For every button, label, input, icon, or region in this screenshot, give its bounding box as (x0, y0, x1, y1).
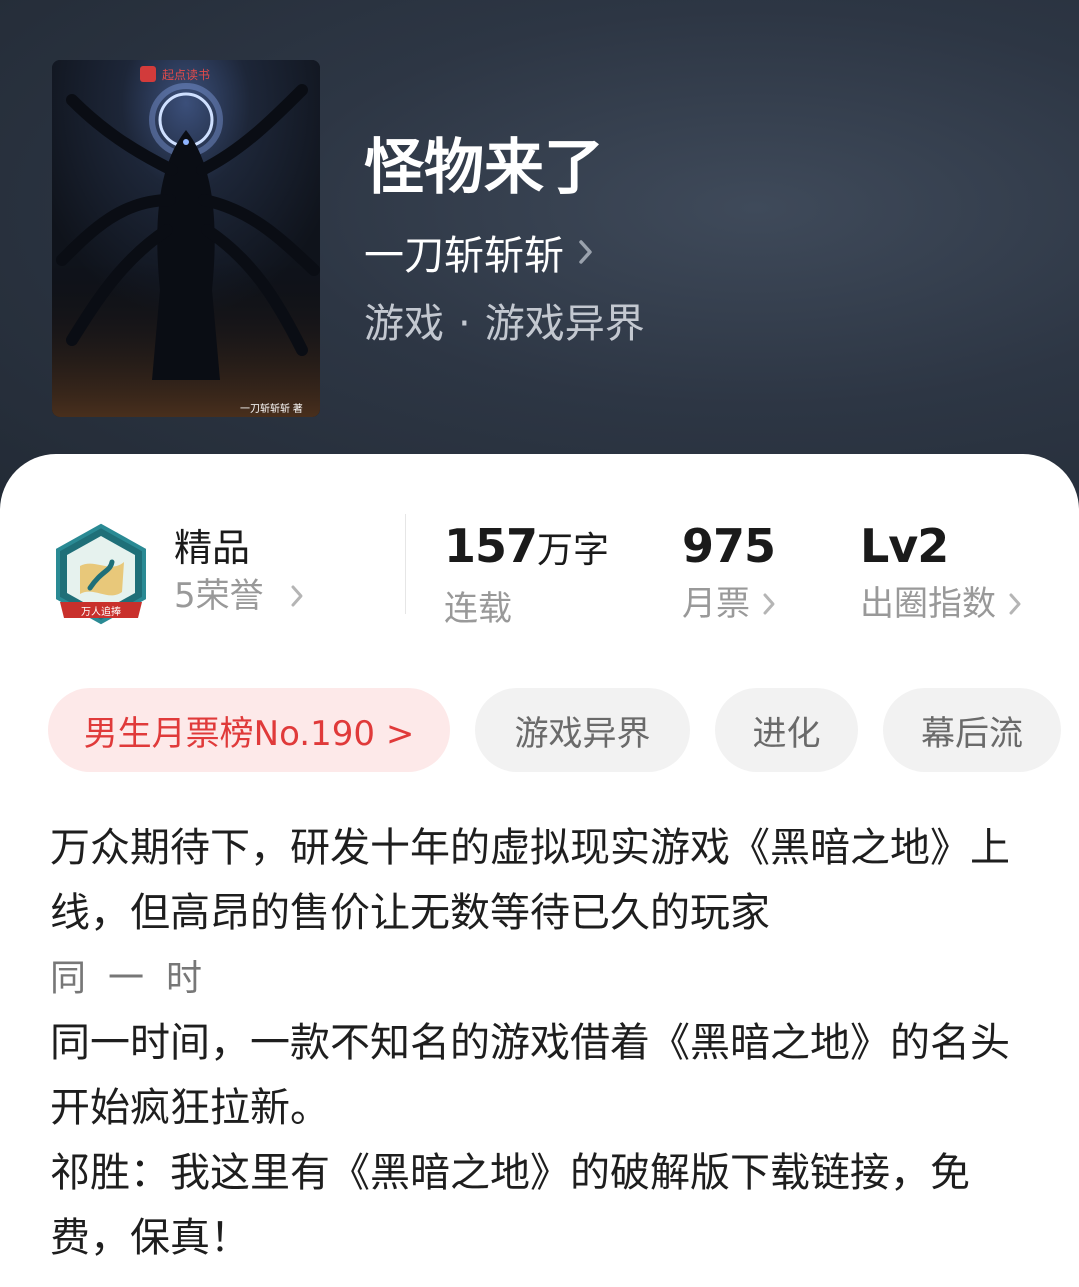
quality-honors[interactable]: 精品 5荣誉 (174, 524, 308, 620)
tag-game-otherworld[interactable]: 游戏异界 (475, 688, 690, 772)
word-count-stat: 157万字 连载 (444, 514, 609, 635)
popularity-level-value: Lv2 (860, 519, 949, 573)
monthly-tickets-stat[interactable]: 975 月票 (682, 514, 780, 630)
cover-artwork: 起点读书 一刀斩斩斩 著 (52, 60, 320, 417)
serial-status: 连载 (444, 589, 512, 629)
author-name: 一刀斩斩斩 (364, 233, 564, 279)
quality-label: 精品 (174, 526, 251, 570)
popularity-level-label: 出圈指数 (860, 584, 996, 624)
word-count-number: 157 (444, 519, 538, 573)
description-paragraph: 同一时间，一款不知名的游戏借着《黑暗之地》的名头开始疯狂拉新。 (50, 1020, 1010, 1131)
rank-tag[interactable]: 男生月票榜No.190 > (48, 688, 450, 772)
genre-main[interactable]: 游戏 (364, 301, 444, 347)
stats-row: 万人追捧 精品 5荣誉 157万字 连载 975 月票 Lv2 出圈指数 (0, 514, 1079, 634)
chevron-right-icon (762, 588, 780, 620)
cover-author-credit: 一刀斩斩斩 著 (240, 402, 303, 415)
description-paragraph: 万众期待下，研发十年的虚拟现实游戏《黑暗之地》上线，但高昂的售价让无数等待已久的… (50, 825, 1010, 936)
quality-badge-icon[interactable]: 万人追捧 (50, 522, 152, 634)
author-link[interactable]: 一刀斩斩斩 (364, 226, 600, 279)
tag-row: 男生月票榜No.190 > 游戏异界 进化 幕后流 (0, 688, 1079, 772)
badge-text: 万人追捧 (81, 605, 121, 618)
description-cut-line: 同一时间， (50, 946, 264, 1011)
monthly-tickets-value: 975 (682, 519, 776, 573)
genre-sub[interactable]: 游戏异界 (485, 301, 645, 347)
genre-separator: · (458, 301, 471, 347)
book-cover[interactable]: 起点读书 一刀斩斩斩 著 (52, 60, 320, 417)
honors-count: 5荣誉 (174, 576, 264, 616)
genre-line: 游戏 · 游戏异界 (364, 298, 645, 350)
chevron-right-icon (578, 232, 600, 272)
tag-evolution[interactable]: 进化 (715, 688, 858, 772)
popularity-level-stat[interactable]: Lv2 出圈指数 (860, 514, 1026, 630)
book-info-card: 万人追捧 精品 5荣誉 157万字 连载 975 月票 Lv2 出圈指数 男生月… (0, 454, 1079, 1287)
tag-behind-the-scenes[interactable]: 幕后流 (883, 688, 1061, 772)
description-paragraph: 祁胜：我这里有《黑暗之地》的破解版下载链接，免费，保真！ (50, 1150, 970, 1261)
monthly-tickets-label: 月票 (682, 584, 750, 624)
stats-divider (405, 514, 406, 614)
book-description[interactable]: 万众期待下，研发十年的虚拟现实游戏《黑暗之地》上线，但高昂的售价让无数等待已久的… (50, 816, 1040, 1271)
chevron-right-icon (1008, 588, 1026, 620)
word-count-unit: 万字 (537, 530, 610, 571)
cover-publisher-logo: 起点读书 (162, 68, 210, 82)
book-title: 怪物来了 (364, 133, 604, 203)
chevron-right-icon (290, 580, 308, 612)
